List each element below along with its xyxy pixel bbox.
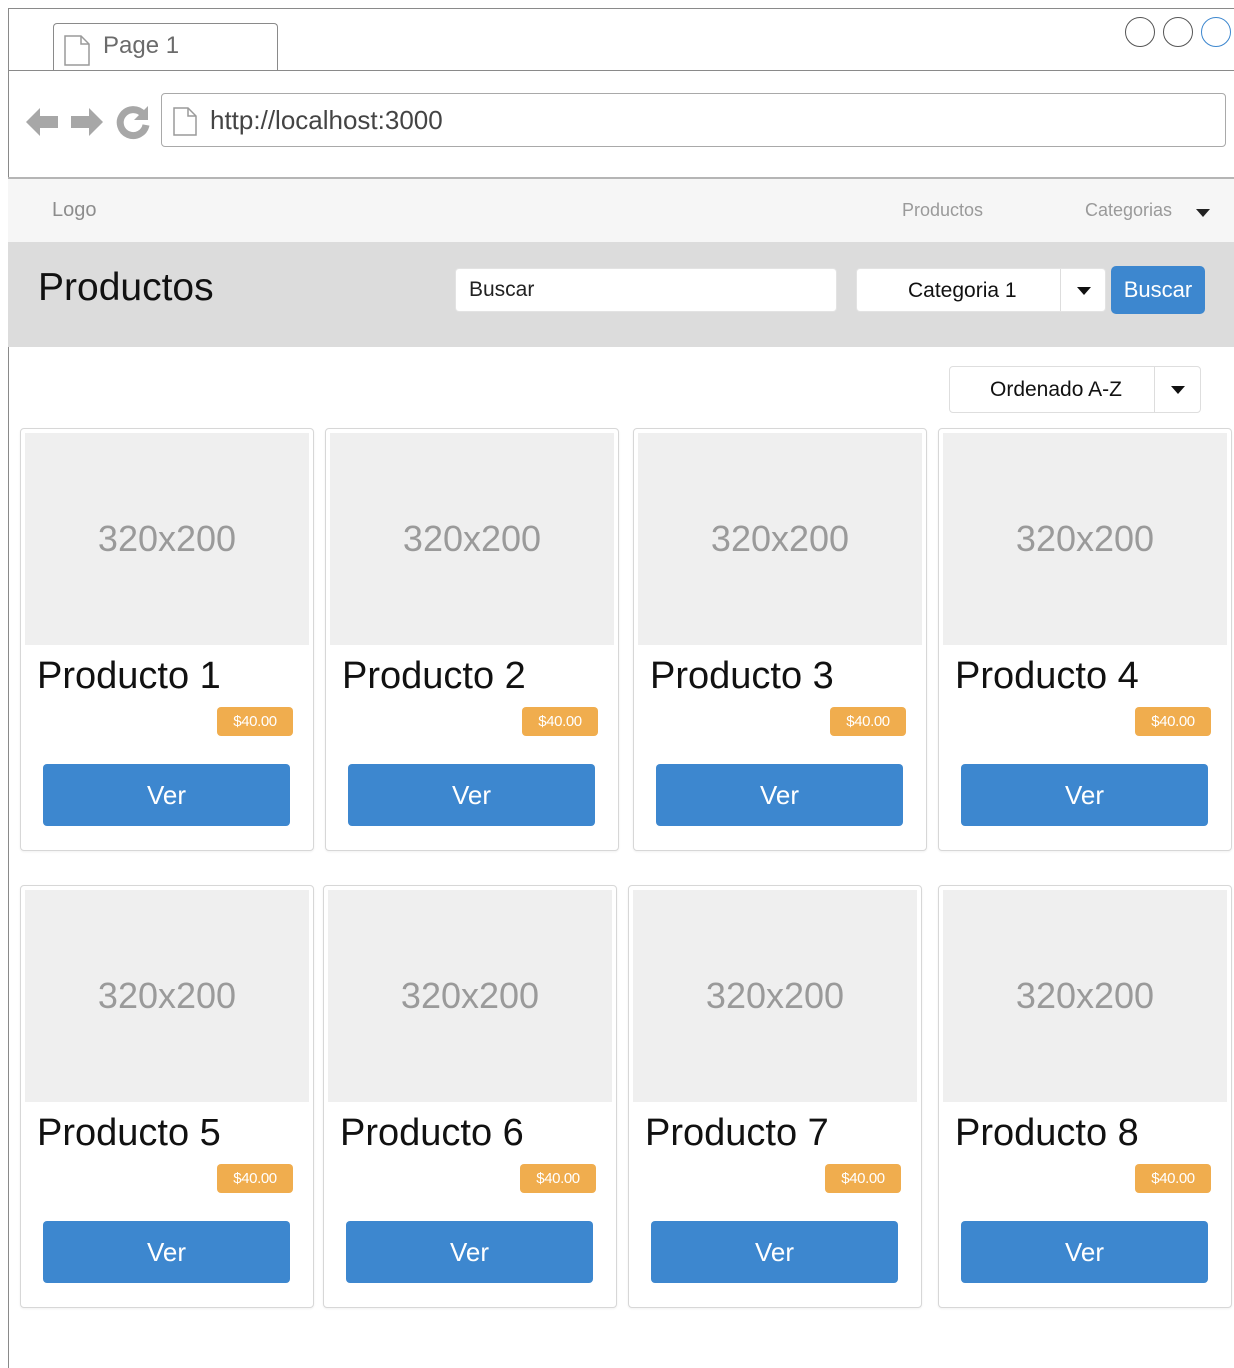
- view-product-button[interactable]: Ver: [961, 1221, 1208, 1283]
- product-name: Producto 7: [645, 1112, 829, 1154]
- tab-title: Page 1: [103, 32, 180, 59]
- product-image-placeholder: 320x200: [638, 433, 922, 645]
- view-product-button[interactable]: Ver: [961, 764, 1208, 826]
- back-button[interactable]: [23, 102, 61, 142]
- address-bar[interactable]: http://localhost:3000: [161, 93, 1226, 147]
- product-name: Producto 1: [37, 655, 221, 697]
- nav-link-categorias[interactable]: Categorias: [1085, 200, 1172, 221]
- view-product-button[interactable]: Ver: [656, 764, 903, 826]
- select-divider: [1060, 269, 1061, 311]
- arrow-right-icon: [71, 108, 103, 136]
- price-badge: $40.00: [217, 707, 293, 736]
- browser-tab[interactable]: Page 1: [53, 23, 278, 71]
- product-name: Producto 4: [955, 655, 1139, 697]
- price-badge: $40.00: [825, 1164, 901, 1193]
- product-card: 320x200 Producto 2 $40.00 Ver: [325, 428, 619, 851]
- price-badge: $40.00: [520, 1164, 596, 1193]
- chevron-down-icon[interactable]: [1171, 386, 1185, 394]
- search-button[interactable]: Buscar: [1111, 266, 1205, 314]
- category-select[interactable]: Categoria 1: [856, 268, 1106, 312]
- product-card: 320x200 Producto 7 $40.00 Ver: [628, 885, 922, 1308]
- product-image-placeholder: 320x200: [330, 433, 614, 645]
- product-card: 320x200 Producto 5 $40.00 Ver: [20, 885, 314, 1308]
- product-image-placeholder: 320x200: [633, 890, 917, 1102]
- category-selected-value: Categoria 1: [908, 279, 1017, 302]
- search-input[interactable]: [455, 268, 837, 312]
- product-card: 320x200 Producto 4 $40.00 Ver: [938, 428, 1232, 851]
- view-product-button[interactable]: Ver: [43, 764, 290, 826]
- view-product-button[interactable]: Ver: [651, 1221, 898, 1283]
- site-navbar: [8, 179, 1234, 242]
- product-card: 320x200 Producto 3 $40.00 Ver: [633, 428, 927, 851]
- window-control-circle[interactable]: [1201, 17, 1231, 47]
- product-image-placeholder: 320x200: [25, 890, 309, 1102]
- product-name: Producto 8: [955, 1112, 1139, 1154]
- product-name: Producto 5: [37, 1112, 221, 1154]
- window-control-circle[interactable]: [1163, 17, 1193, 47]
- select-divider: [1154, 367, 1155, 412]
- view-product-button[interactable]: Ver: [346, 1221, 593, 1283]
- sort-select[interactable]: Ordenado A-Z: [949, 366, 1201, 413]
- reload-icon: [116, 106, 150, 140]
- price-badge: $40.00: [1135, 1164, 1211, 1193]
- reload-button[interactable]: [114, 102, 152, 142]
- product-card: 320x200 Producto 6 $40.00 Ver: [323, 885, 617, 1308]
- product-card: 320x200 Producto 8 $40.00 Ver: [938, 885, 1232, 1308]
- site-logo[interactable]: Logo: [52, 199, 97, 222]
- page-icon: [173, 107, 197, 136]
- product-image-placeholder: 320x200: [25, 433, 309, 645]
- page-title: Productos: [38, 266, 214, 309]
- product-name: Producto 2: [342, 655, 526, 697]
- price-badge: $40.00: [830, 707, 906, 736]
- product-card: 320x200 Producto 1 $40.00 Ver: [20, 428, 314, 851]
- view-product-button[interactable]: Ver: [43, 1221, 290, 1283]
- product-name: Producto 3: [650, 655, 834, 697]
- sort-selected-value: Ordenado A-Z: [990, 378, 1122, 401]
- nav-link-productos[interactable]: Productos: [902, 200, 983, 221]
- product-name: Producto 6: [340, 1112, 524, 1154]
- view-product-button[interactable]: Ver: [348, 764, 595, 826]
- product-image-placeholder: 320x200: [943, 433, 1227, 645]
- arrow-left-icon: [26, 108, 58, 136]
- price-badge: $40.00: [217, 1164, 293, 1193]
- chevron-down-icon[interactable]: [1077, 287, 1091, 295]
- product-image-placeholder: 320x200: [328, 890, 612, 1102]
- product-image-placeholder: 320x200: [943, 890, 1227, 1102]
- window-control-circle[interactable]: [1125, 17, 1155, 47]
- price-badge: $40.00: [1135, 707, 1211, 736]
- forward-button[interactable]: [68, 102, 106, 142]
- url-text: http://localhost:3000: [210, 105, 443, 135]
- page-icon: [64, 35, 90, 66]
- price-badge: $40.00: [522, 707, 598, 736]
- chevron-down-icon[interactable]: [1196, 209, 1210, 217]
- tab-strip-divider: [8, 70, 1234, 71]
